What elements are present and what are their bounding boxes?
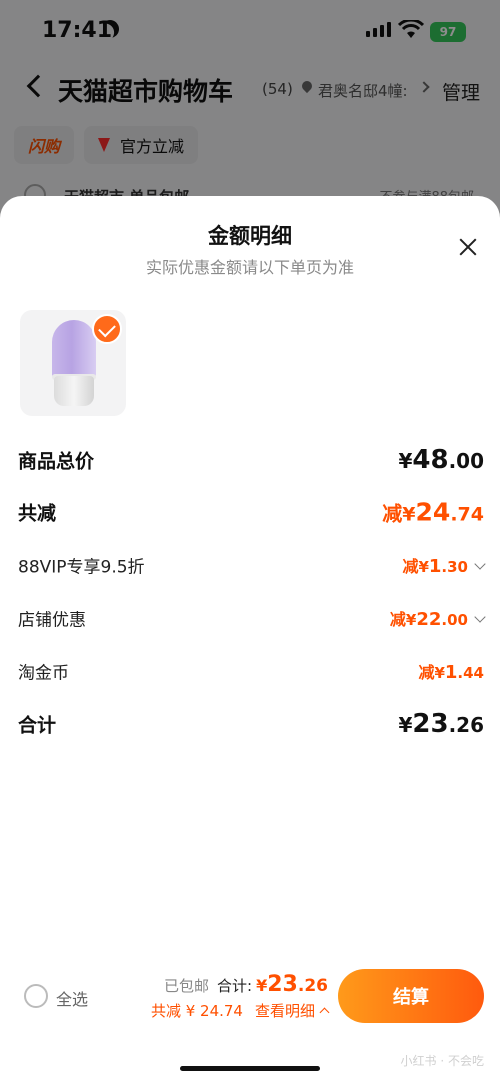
total-label: 合计: — [217, 977, 253, 995]
chevron-up-icon[interactable] — [319, 1007, 330, 1018]
checkout-button[interactable]: 结算 — [338, 969, 484, 1023]
total-summary: 已包邮 合计: ¥23.26 — [164, 972, 328, 997]
sum-price: ¥23.26 — [398, 709, 484, 739]
chevron-down-icon[interactable] — [474, 558, 486, 570]
free-shipping-label: 已包邮 — [164, 977, 210, 995]
product-thumbnail — [20, 310, 126, 416]
checkout-label: 结算 — [393, 987, 429, 1008]
discount-summary: 共减 ¥ 24.74 查看明细 — [150, 1000, 330, 1021]
product-image — [52, 320, 96, 412]
subtotal-row: 商品总价 ¥48.00 — [18, 440, 484, 480]
amount-detail-sheet: 金额明细 实际优惠金额请以下单页为准 商品总价 ¥48.00 共减 减¥24.7… — [0, 196, 500, 1082]
total-discount-label: 共减 — [18, 502, 57, 525]
sheet-subtitle: 实际优惠金额请以下单页为准 — [145, 258, 354, 277]
watermark: 小红书 · 不会吃 — [400, 1054, 484, 1068]
coins-discount-row: 淘金币 减 ¥1.44 — [18, 651, 484, 691]
close-icon[interactable] — [454, 234, 482, 262]
view-detail-link[interactable]: 查看明细 — [255, 1000, 315, 1021]
store-discount-label: 店铺优惠 — [18, 610, 86, 631]
sum-label: 合计 — [18, 714, 57, 737]
select-all-label[interactable]: 全选 — [56, 986, 88, 1010]
vip-discount-price: 减 ¥1.30 — [402, 553, 486, 577]
subtotal-label: 商品总价 — [18, 450, 95, 473]
sheet-title: 金额明细 — [208, 224, 292, 248]
select-all-radio[interactable] — [24, 984, 48, 1008]
chevron-down-icon[interactable] — [474, 611, 486, 623]
selected-check-icon — [92, 314, 122, 344]
total-discount-row: 共减 减¥24.74 — [18, 492, 484, 532]
discount-text: 共减 ¥ 24.74 — [150, 1002, 243, 1020]
coins-discount-price: 减 ¥1.44 — [418, 662, 484, 683]
total-price: ¥23.26 — [256, 972, 328, 997]
total-discount-price: 减¥24.74 — [382, 497, 484, 527]
coins-discount-label: 淘金币 — [18, 663, 69, 684]
vip-discount-row[interactable]: 88VIP专享9.5折 减 ¥1.30 — [18, 545, 486, 585]
store-discount-row[interactable]: 店铺优惠 减 ¥22.00 — [18, 598, 486, 638]
store-discount-price: 减 ¥22.00 — [390, 606, 486, 630]
checkout-bar: 全选 已包邮 合计: ¥23.26 共减 ¥ 24.74 查看明细 结算 — [0, 962, 500, 1030]
subtotal-price: ¥48.00 — [398, 445, 484, 475]
sum-row: 合计 ¥23.26 — [18, 704, 484, 744]
home-indicator — [180, 1066, 320, 1071]
vip-discount-label: 88VIP专享9.5折 — [18, 557, 145, 578]
